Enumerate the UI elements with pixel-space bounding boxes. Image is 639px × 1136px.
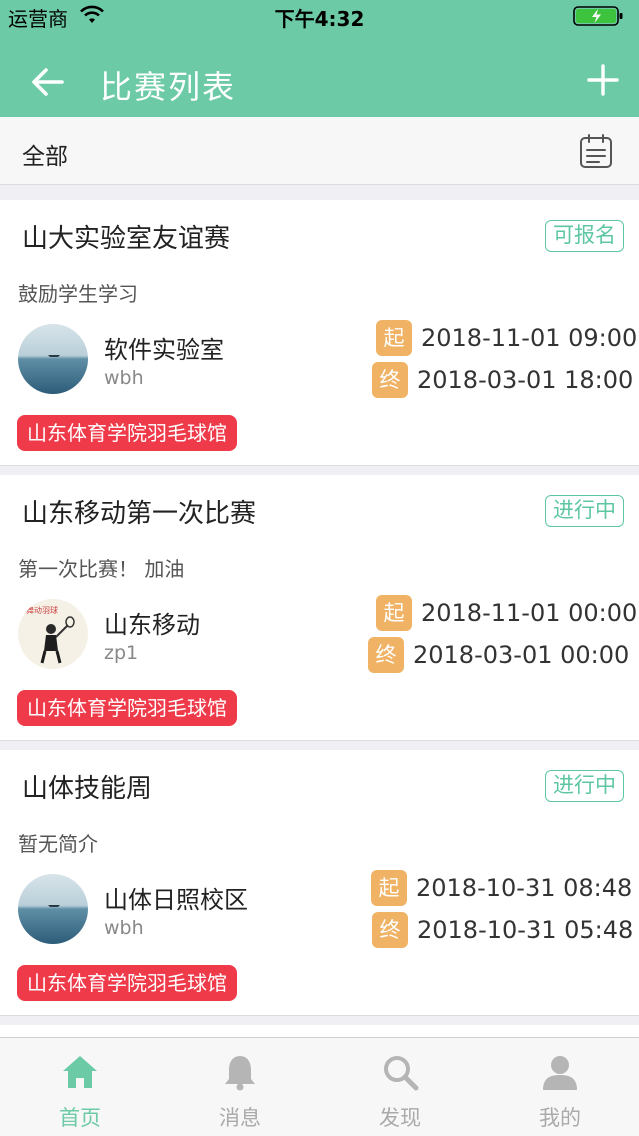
competition-card[interactable]: 山东移动第一次比赛 进行中 第一次比赛！ 加油 舞动羽球 山东移动 zp1 起 …	[0, 475, 639, 741]
start-time: 2018-10-31 08:48	[416, 874, 633, 902]
organizer-name: 软件实验室	[104, 336, 224, 364]
back-button[interactable]	[28, 62, 68, 102]
creator-name: wbh	[104, 917, 144, 939]
end-time: 2018-03-01 18:00	[417, 366, 634, 394]
start-tag: 起	[376, 595, 412, 631]
status-time: 下午4:32	[274, 7, 365, 31]
status-badge: 可报名	[545, 220, 624, 252]
competition-description: 第一次比赛！ 加油	[18, 557, 185, 581]
status-badge: 进行中	[545, 770, 624, 802]
end-tag: 终	[368, 637, 404, 673]
competition-title: 山大实验室友谊赛	[22, 224, 231, 254]
start-tag: 起	[376, 320, 412, 356]
tab-label: 我的	[539, 1106, 581, 1130]
end-time: 2018-03-01 00:00	[413, 641, 630, 669]
home-icon	[63, 1056, 97, 1088]
svg-text:舞动羽球: 舞动羽球	[26, 605, 58, 615]
creator-name: wbh	[104, 367, 144, 389]
venue-badge: 山东体育学院羽毛球馆	[17, 690, 237, 726]
status-badge: 进行中	[545, 495, 624, 527]
creator-name: zp1	[104, 642, 139, 664]
organizer-avatar	[18, 874, 88, 944]
venue-badge: 山东体育学院羽毛球馆	[17, 415, 237, 451]
organizer-name: 山体日照校区	[104, 886, 248, 914]
competition-card[interactable]: 山体技能周 进行中 暂无简介 山体日照校区 wbh 起 2018-10-31 0…	[0, 750, 639, 1016]
search-icon	[384, 1056, 419, 1091]
bell-icon	[225, 1056, 255, 1091]
tab-bar: 首页 消息 发现 我的	[0, 1037, 639, 1136]
tab-home[interactable]: 首页	[0, 1038, 160, 1136]
tab-label: 发现	[379, 1106, 421, 1130]
filter-bar: 全部	[0, 117, 639, 185]
tab-profile[interactable]: 我的	[480, 1038, 639, 1136]
competition-title: 山东移动第一次比赛	[22, 499, 257, 529]
competition-description: 暂无简介	[18, 832, 98, 856]
start-time: 2018-11-01 00:00	[421, 599, 638, 627]
venue-badge: 山东体育学院羽毛球馆	[17, 965, 237, 1001]
battery-icon	[573, 6, 623, 26]
add-competition-button[interactable]	[585, 62, 621, 98]
end-tag: 终	[372, 912, 408, 948]
calendar-icon[interactable]	[579, 133, 613, 169]
top-bar: 运营商 下午4:32 比赛列表	[0, 0, 639, 117]
filter-all[interactable]: 全部	[22, 137, 68, 171]
organizer-avatar	[18, 324, 88, 394]
organizer-name: 山东移动	[104, 611, 200, 639]
tab-discover[interactable]: 发现	[320, 1038, 480, 1136]
competition-card[interactable]: 山大实验室友谊赛 可报名 鼓励学生学习 软件实验室 wbh 起 2018-11-…	[0, 200, 639, 466]
start-time: 2018-11-01 09:00	[421, 324, 638, 352]
competition-title: 山体技能周	[22, 774, 153, 804]
tab-label: 首页	[59, 1106, 101, 1130]
user-icon	[543, 1056, 577, 1090]
tab-messages[interactable]: 消息	[160, 1038, 320, 1136]
organizer-avatar: 舞动羽球	[18, 599, 88, 669]
page-title: 比赛列表	[100, 68, 237, 106]
end-tag: 终	[372, 362, 408, 398]
end-time: 2018-10-31 05:48	[417, 916, 634, 944]
competition-description: 鼓励学生学习	[18, 282, 138, 306]
tab-label: 消息	[219, 1106, 261, 1130]
status-bar: 运营商 下午4:32	[0, 0, 639, 31]
start-tag: 起	[371, 870, 407, 906]
